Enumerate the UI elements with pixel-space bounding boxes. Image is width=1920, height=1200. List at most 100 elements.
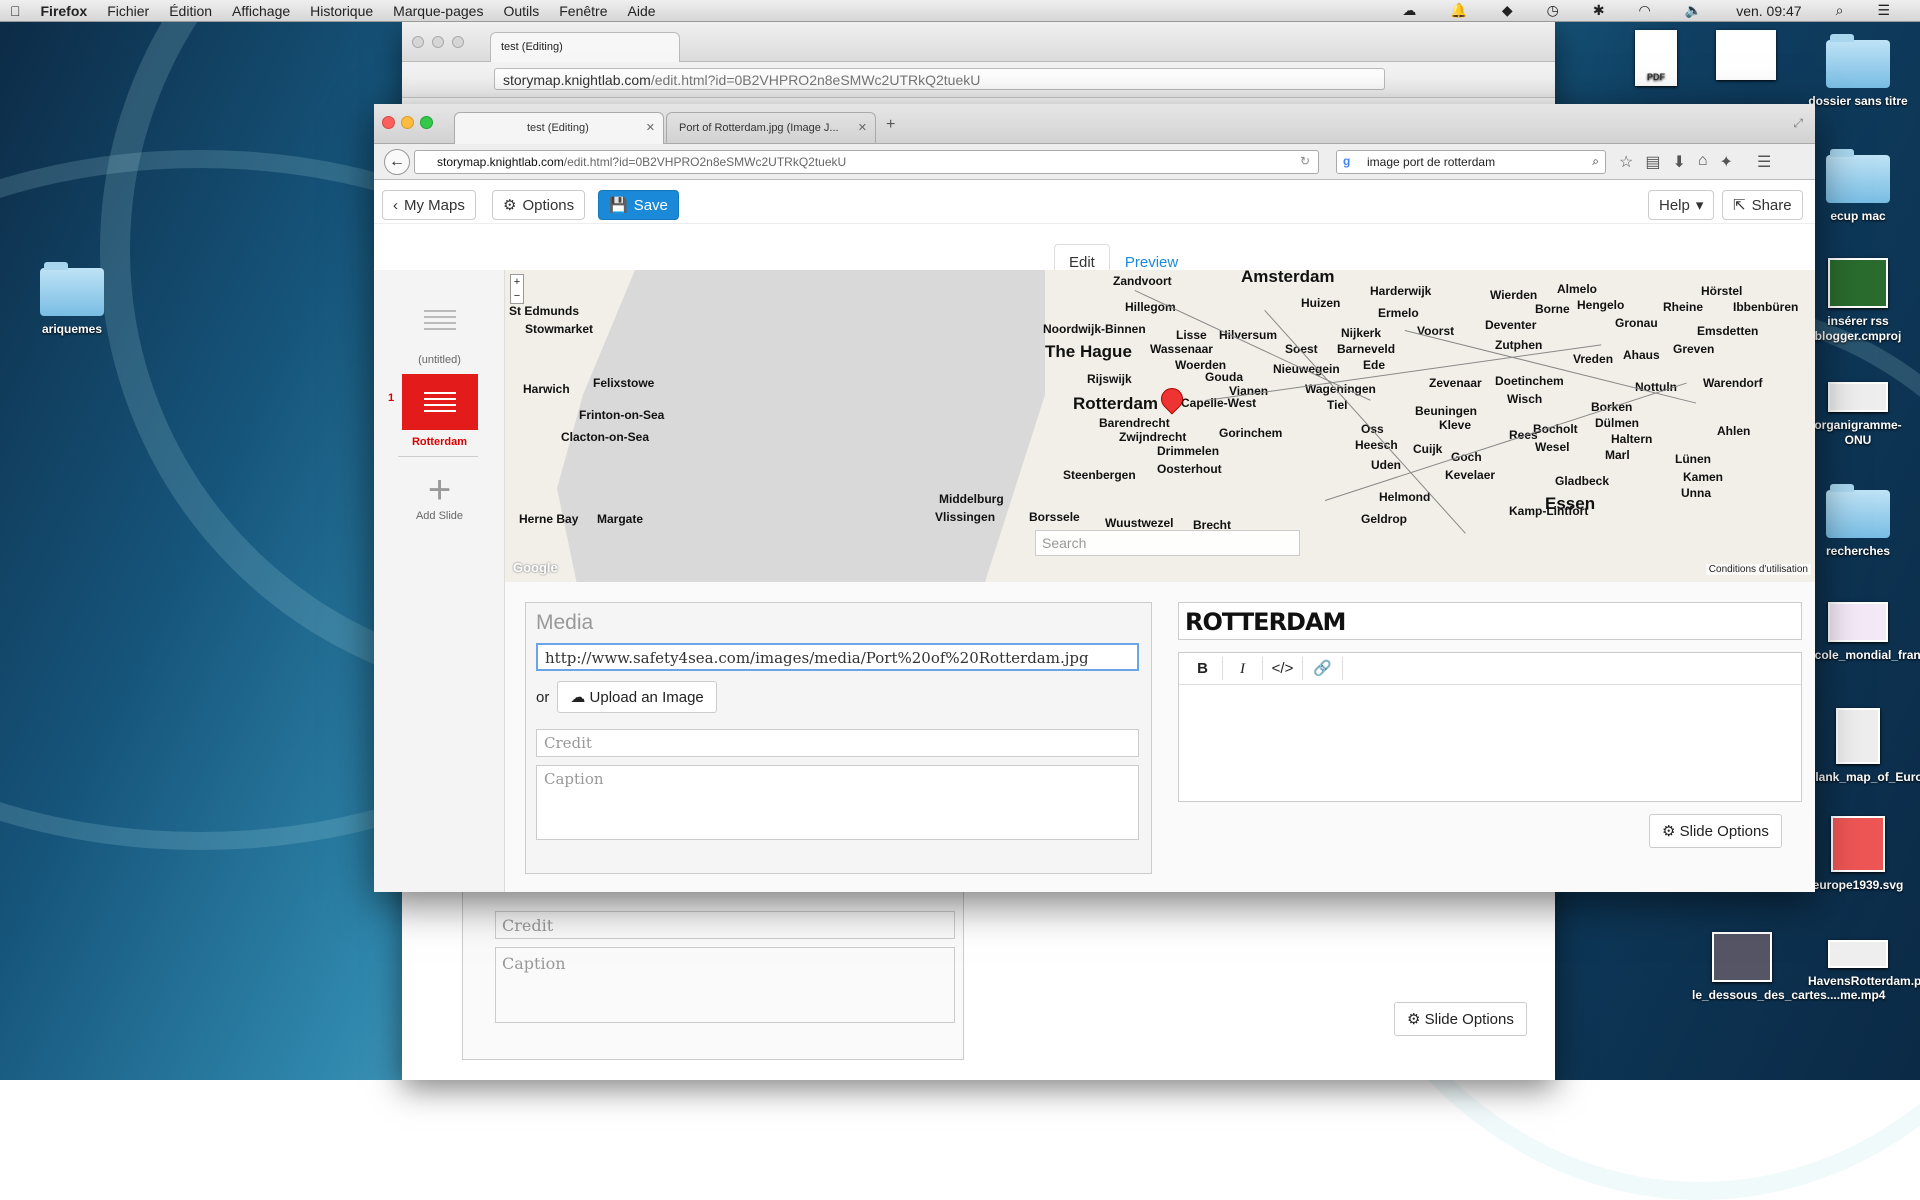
close-tab-icon[interactable]: ✕	[646, 121, 655, 134]
desktop-file[interactable]: blank_map_of_Europe_...39.svg	[1808, 708, 1920, 785]
zoom-icon[interactable]	[452, 36, 464, 48]
text-editor[interactable]: B I </> 🔗	[1178, 652, 1802, 802]
menu-item[interactable]: Aide	[628, 3, 656, 19]
reload-icon[interactable]: ↻	[1300, 154, 1310, 168]
search-bar[interactable]: g image port de rotterdam ⌕	[1336, 150, 1606, 174]
new-tab-icon[interactable]: +	[886, 116, 895, 134]
minimize-window-icon[interactable]	[401, 116, 414, 129]
desktop-map-file[interactable]	[1696, 30, 1796, 86]
menu-item[interactable]: Édition	[169, 3, 212, 19]
italic-button[interactable]: I	[1223, 657, 1263, 680]
bg-caption-input[interactable]: Caption	[495, 947, 955, 1023]
zoom-out-icon[interactable]: −	[511, 289, 523, 303]
credit-input[interactable]: Credit	[536, 729, 1139, 757]
slide-editor: Media http://www.safety4sea.com/images/m…	[505, 582, 1815, 892]
slide-options-button[interactable]: ⚙ Slide Options	[1649, 814, 1782, 848]
map-label: Hörstel	[1701, 284, 1743, 298]
map-label: Wuustwezel	[1105, 516, 1174, 530]
time-machine-icon[interactable]: ◷	[1547, 2, 1559, 19]
dropbox-icon[interactable]: ◆	[1502, 2, 1513, 19]
bell-icon[interactable]: 🔔	[1450, 2, 1467, 19]
map-label: Geldrop	[1361, 512, 1408, 526]
tab-editing[interactable]: test (Editing) ✕	[454, 112, 664, 144]
wifi-icon[interactable]: ◠	[1639, 2, 1651, 19]
map-label: Kamen	[1683, 470, 1724, 484]
map-label: Rijswijk	[1087, 372, 1132, 386]
upload-image-button[interactable]: ☁ Upload an Image	[557, 681, 717, 713]
star-icon[interactable]: ☆	[1619, 152, 1633, 172]
share-button[interactable]: ⇱ Share	[1722, 190, 1803, 220]
minimize-icon[interactable]	[432, 36, 444, 48]
bg-credit-input[interactable]: Credit	[495, 911, 955, 939]
zoom-in-icon[interactable]: +	[511, 275, 523, 289]
map-label: Middelburg	[939, 492, 1004, 506]
download-icon[interactable]: ⬇	[1672, 152, 1685, 172]
zoom-window-icon[interactable]	[420, 116, 433, 129]
home-icon[interactable]: ⌂	[1698, 152, 1708, 172]
bg-title-bar: test (Editing)	[402, 22, 1555, 62]
desktop-folder[interactable]: ariquemes	[22, 262, 122, 337]
add-slide-button[interactable]: + Add Slide	[374, 470, 505, 522]
desktop-folder[interactable]: recherches	[1808, 484, 1908, 559]
desktop-file[interactable]: insérer rss blogger.cmproj	[1808, 258, 1908, 344]
url-bar[interactable]: storymap.knightlab.com/edit.html?id=0B2V…	[414, 150, 1319, 174]
close-window-icon[interactable]	[382, 116, 395, 129]
code-button[interactable]: </>	[1263, 657, 1303, 680]
save-button[interactable]: 💾 Save	[598, 190, 679, 220]
menu-item[interactable]: Fenêtre	[559, 3, 607, 19]
desktop-file[interactable]: organigramme-ONU	[1808, 382, 1908, 448]
bold-button[interactable]: B	[1183, 657, 1223, 680]
clipboard-icon[interactable]: ▤	[1645, 152, 1660, 172]
desktop-folder[interactable]: dossier sans titre	[1808, 34, 1908, 109]
close-icon[interactable]	[412, 36, 424, 48]
menu-app-name[interactable]: Firefox	[41, 3, 88, 19]
menu-icon[interactable]: ☰	[1757, 152, 1771, 172]
menu-item[interactable]: Outils	[503, 3, 539, 19]
desktop-file[interactable]: le_dessous_des_cartes....me.mp4	[1692, 932, 1885, 1003]
desktop-pdf[interactable]: PDF	[1606, 30, 1706, 92]
plus-icon: +	[427, 468, 452, 512]
bg-url-field[interactable]: storymap.knightlab.com/edit.html?id=0B2V…	[494, 68, 1385, 90]
slide-thumb-icon	[401, 374, 478, 430]
menu-item[interactable]: Marque-pages	[393, 3, 483, 19]
zoom-control[interactable]: + −	[510, 274, 524, 304]
close-tab-icon[interactable]: ✕	[858, 121, 867, 134]
options-button[interactable]: ⚙ Options	[492, 190, 586, 220]
desktop-folder[interactable]: ecup mac	[1808, 149, 1908, 224]
map-search-input[interactable]: Search	[1035, 530, 1300, 556]
map-label: Felixstowe	[593, 376, 655, 390]
map-terms[interactable]: Conditions d'utilisation	[1705, 564, 1811, 575]
link-icon[interactable]: 🔗	[1303, 657, 1343, 680]
cloud-icon[interactable]: ☁	[1402, 2, 1416, 19]
media-url-input[interactable]: http://www.safety4sea.com/images/media/P…	[536, 643, 1139, 671]
slide-item-rotterdam[interactable]: 1 Rotterdam	[374, 374, 505, 448]
headline-input[interactable]: ROTTERDAM	[1178, 602, 1802, 640]
desktop-file[interactable]: europe1939.svg	[1808, 816, 1908, 893]
bg-tab[interactable]: test (Editing)	[490, 32, 680, 62]
caption-input[interactable]: Caption	[536, 765, 1139, 840]
search-icon[interactable]: ⌕	[1592, 154, 1599, 169]
extension-icon[interactable]: ✦	[1720, 152, 1733, 172]
back-icon[interactable]: ←	[384, 149, 410, 175]
slide-item-untitled[interactable]: (untitled)	[374, 292, 505, 366]
volume-icon[interactable]: 🔈	[1685, 2, 1702, 19]
folder-icon	[1826, 484, 1890, 538]
help-button[interactable]: Help ▾	[1648, 190, 1715, 220]
bg-slide-options-button[interactable]: ⚙ Slide Options	[1394, 1002, 1527, 1036]
menu-item[interactable]: Affichage	[232, 3, 290, 19]
apple-icon[interactable]: 	[10, 3, 21, 19]
fullscreen-icon[interactable]: ⤢	[1793, 116, 1803, 131]
desktop-file[interactable]: ecole_mondial_france	[1808, 602, 1920, 663]
menu-item[interactable]: Historique	[310, 3, 373, 19]
menu-item[interactable]: Fichier	[107, 3, 149, 19]
map-view[interactable]: + − Amsterdam The Hague Rotterdam Zandvoo…	[505, 270, 1815, 582]
caret-down-icon: ▾	[1695, 197, 1704, 214]
my-maps-button[interactable]: ‹ My Maps	[382, 190, 476, 220]
list-icon[interactable]: ☰	[1877, 2, 1890, 19]
clock-text[interactable]: ven. 09:47	[1736, 3, 1801, 19]
desktop-file[interactable]: HavensRotterdam.png	[1808, 940, 1920, 989]
tab-image[interactable]: Port of Rotterdam.jpg (Image J... ✕	[666, 112, 876, 144]
bluetooth-icon[interactable]: ✱	[1593, 2, 1605, 19]
spotlight-icon[interactable]: ⌕	[1836, 2, 1844, 19]
map-label: Unna	[1681, 486, 1711, 500]
